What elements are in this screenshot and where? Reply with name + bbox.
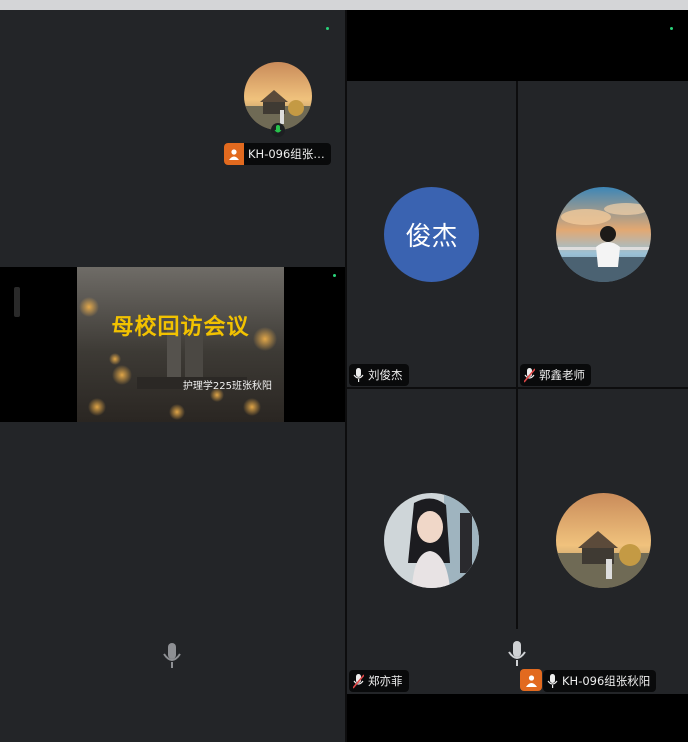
- mic-muted-icon: [524, 367, 535, 383]
- participant-avatar: [384, 493, 479, 588]
- participant-name: 郑亦菲: [368, 674, 403, 688]
- participant-name-tag: KH-096组张秋阳: [543, 670, 657, 692]
- window-top-bar: [0, 0, 688, 10]
- microphone-icon: [547, 673, 558, 688]
- participant-avatar: [556, 493, 651, 588]
- microphone-icon: [353, 367, 364, 382]
- slide-title: 母校回访会议: [111, 315, 250, 340]
- presenter-avatar: [244, 62, 312, 130]
- grid-bottom-strip: [347, 694, 688, 742]
- status-dot: [326, 27, 329, 30]
- participant-tile-liu[interactable]: 俊杰 刘俊杰: [347, 81, 516, 387]
- participant-tile-guo[interactable]: 郭鑫老师: [518, 81, 688, 387]
- microphone-icon[interactable]: [162, 642, 182, 674]
- slide-subtitle: 护理学225班张秋阳: [182, 381, 272, 392]
- shared-screen-handle[interactable]: [14, 287, 20, 317]
- user-badge-icon: [224, 143, 244, 165]
- speaking-indicator-icon: [271, 123, 285, 137]
- participant-name: 郭鑫老师: [539, 368, 585, 382]
- slide: 母校回访会议 护理学225班张秋阳: [77, 267, 284, 422]
- initials-text: 俊杰: [405, 222, 458, 252]
- participant-name: KH-096组张秋阳: [562, 674, 651, 688]
- grid-status-dot: [670, 27, 673, 30]
- participant-name: 刘俊杰: [368, 368, 403, 382]
- participant-name-tag: 郭鑫老师: [520, 364, 591, 386]
- participant-avatar: [556, 187, 651, 282]
- participant-name-tag: 郑亦菲: [349, 670, 409, 692]
- initials-avatar: 俊杰: [384, 187, 479, 282]
- presenter-name: KH-096组张…: [248, 147, 325, 161]
- participant-name-tag: 刘俊杰: [349, 364, 409, 386]
- mic-muted-icon: [353, 673, 364, 689]
- microphone-icon[interactable]: [507, 640, 527, 672]
- presenter-badge-icon: [520, 669, 542, 691]
- share-status-dot: [333, 274, 336, 277]
- grid-top-strip: [347, 10, 688, 81]
- participant-tile-zheng[interactable]: 郑亦菲: [347, 389, 516, 694]
- shared-screen[interactable]: 母校回访会议 护理学225班张秋阳: [0, 267, 345, 422]
- presenter-pane[interactable]: KH-096组张… 母校回访会议 护理学225班张秋阳: [0, 10, 345, 742]
- participant-tile-kh096[interactable]: [518, 389, 688, 694]
- presenter-name-tag: KH-096组张…: [224, 143, 331, 165]
